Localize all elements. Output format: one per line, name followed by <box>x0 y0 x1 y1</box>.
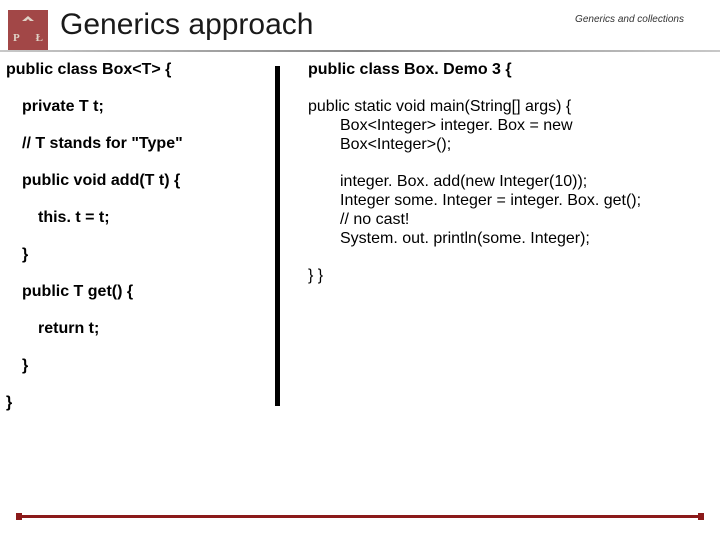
footer-cap-right <box>698 513 704 520</box>
eagle-icon <box>20 16 36 26</box>
code-line: private T t; <box>6 99 275 115</box>
code-line: } } <box>308 268 720 284</box>
code-line: return t; <box>6 321 275 337</box>
code-line: } <box>6 358 275 374</box>
logo-letter-left: P <box>13 32 20 44</box>
logo-letter-right: Ł <box>36 32 43 44</box>
code-line: this. t = t; <box>6 210 275 226</box>
code-line: Integer some. Integer = integer. Box. ge… <box>308 193 720 209</box>
slide-content: public class Box<T> { private T t; // T … <box>0 62 720 500</box>
code-line: public class Box. Demo 3 { <box>308 62 720 78</box>
code-line: // T stands for "Type" <box>6 136 275 152</box>
footer-cap-left <box>16 513 22 520</box>
code-line: System. out. println(some. Integer); <box>308 231 720 247</box>
code-line: public static void main(String[] args) { <box>308 99 720 115</box>
code-right-column: public class Box. Demo 3 { public static… <box>280 62 720 500</box>
code-line: } <box>6 247 275 263</box>
code-line: // no cast! <box>308 212 720 228</box>
code-line: public class Box<T> { <box>6 62 275 78</box>
code-left-column: public class Box<T> { private T t; // T … <box>0 62 275 500</box>
code-line: public void add(T t) { <box>6 173 275 189</box>
code-line: } <box>6 395 275 411</box>
university-logo: P Ł <box>8 10 48 50</box>
slide-title: Generics approach <box>60 8 313 42</box>
code-line: public T get() { <box>6 284 275 300</box>
slide-header: P Ł Generics approach Generics and colle… <box>0 0 720 58</box>
slide-topic: Generics and collections <box>575 14 684 25</box>
code-line: integer. Box. add(new Integer(10)); <box>308 174 720 190</box>
footer-divider <box>16 515 704 518</box>
header-divider <box>0 50 720 52</box>
code-line: Box<Integer>(); <box>308 137 720 153</box>
code-line: Box<Integer> integer. Box = new <box>308 118 720 134</box>
